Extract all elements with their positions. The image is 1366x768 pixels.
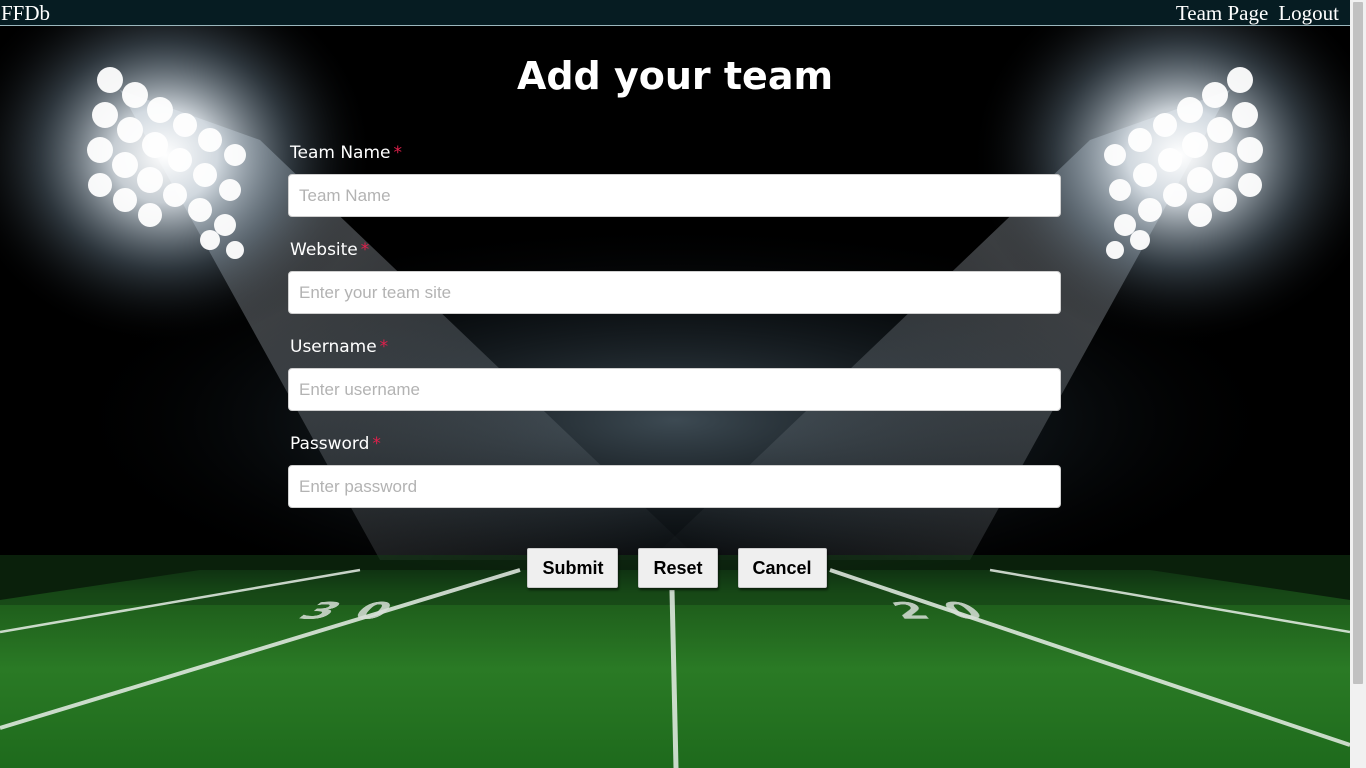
- team-name-field-group: Team Name *: [288, 140, 1061, 237]
- password-input[interactable]: [288, 465, 1061, 508]
- team-name-label: Team Name *: [290, 142, 402, 164]
- required-asterisk: *: [393, 143, 403, 163]
- nav-logout-link[interactable]: Logout: [1278, 1, 1339, 25]
- password-label-text: Password: [290, 434, 370, 454]
- username-label-text: Username: [290, 337, 377, 357]
- website-field-group: Website *: [288, 237, 1061, 334]
- website-input[interactable]: [288, 271, 1061, 314]
- nav-team-page-link[interactable]: Team Page: [1176, 1, 1268, 25]
- cancel-button[interactable]: Cancel: [737, 548, 827, 588]
- page-scrollbar[interactable]: [1350, 0, 1366, 768]
- add-team-form: Team Name* Website* Username* Password*: [288, 140, 1061, 528]
- top-navbar: FFDb Team Page Logout: [0, 0, 1350, 26]
- team-name-input[interactable]: [288, 174, 1061, 217]
- team-name-label-text: Team Name: [290, 143, 391, 163]
- username-label: Username *: [290, 336, 388, 358]
- required-asterisk: *: [372, 434, 381, 454]
- brand-logo[interactable]: FFDb: [1, 1, 50, 25]
- username-field-group: Username *: [288, 334, 1061, 431]
- page-title: Add your team: [516, 54, 834, 98]
- website-label: Website *: [290, 239, 369, 261]
- yard-number-left: 30: [287, 598, 420, 626]
- reset-button[interactable]: Reset: [638, 548, 718, 588]
- submit-button[interactable]: Submit: [527, 548, 619, 588]
- password-field-group: Password *: [288, 431, 1061, 528]
- required-asterisk: *: [379, 337, 389, 357]
- scrollbar-thumb[interactable]: [1353, 2, 1363, 684]
- username-input[interactable]: [288, 368, 1061, 411]
- password-label: Password *: [290, 433, 381, 455]
- required-asterisk: *: [360, 240, 370, 260]
- form-buttons: Submit Reset Cancel: [0, 548, 1354, 588]
- nav-links: Team Page Logout: [1176, 1, 1339, 25]
- website-label-text: Website: [290, 240, 358, 260]
